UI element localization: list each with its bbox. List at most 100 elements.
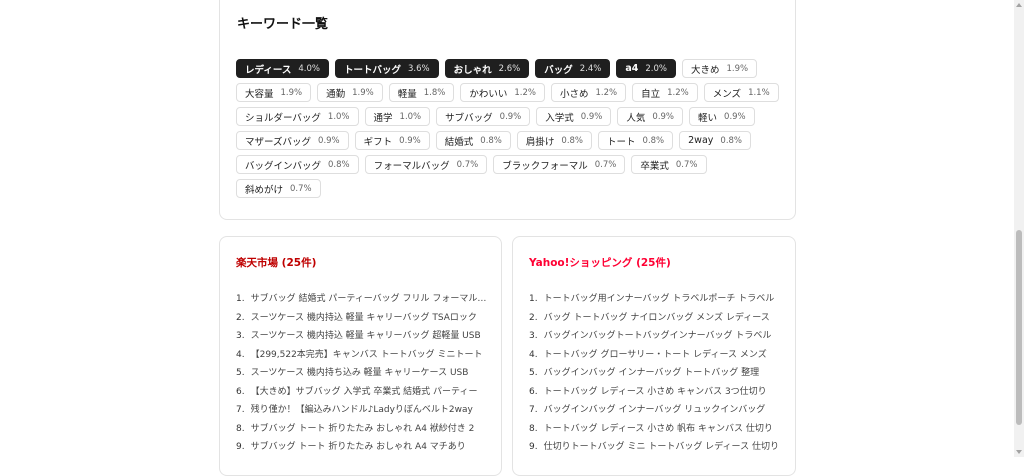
keyword-percentage: 0.8%: [561, 135, 584, 146]
keyword-chip[interactable]: 入学式 0.9%: [536, 107, 612, 126]
rakuten-title: 楽天市場 (25件): [236, 257, 317, 269]
product-title: スーツケース 機内持ち込み 軽量 キャリーケース USB: [250, 368, 469, 378]
product-title: 【大きめ】サブバッグ 入学式 卒業式 結婚式 パーティー: [250, 386, 478, 397]
keyword-percentage: 1.9%: [280, 87, 303, 98]
product-title: 【299,522本完売】キャンバス トートバッグ ミニトート: [250, 349, 483, 360]
keyword-percentage: 1.8%: [423, 87, 446, 98]
keyword-label: バッグインバッグ: [245, 160, 322, 172]
keyword-chip[interactable]: 軽量 1.8%: [388, 83, 455, 102]
item-number: 8.: [236, 423, 245, 434]
scroll-thumb[interactable]: [1016, 230, 1022, 425]
product-title: トートバッグ用インナーバッグ トラベルポーチ トラベル: [543, 294, 775, 304]
keyword-chip[interactable]: トート 0.8%: [598, 131, 674, 150]
keyword-label: おしゃれ: [453, 64, 492, 76]
item-number: 7.: [529, 405, 538, 415]
keyword-percentage: 2.6%: [498, 63, 521, 74]
keyword-percentage: 4.0%: [298, 63, 320, 74]
keyword-percentage: 1.9%: [726, 63, 749, 74]
keyword-label: サブバッグ: [445, 112, 493, 124]
yahoo-product-item[interactable]: 7. バッグインバッグ インナーバッグ リュックインバッグ: [529, 401, 781, 420]
keyword-chip[interactable]: トートバッグ 3.6%: [334, 59, 439, 78]
keyword-chip[interactable]: ブラックフォーマル 0.7%: [493, 155, 626, 174]
keyword-chip[interactable]: 通学 1.0%: [364, 107, 431, 126]
keyword-chip[interactable]: ギフト 0.9%: [354, 131, 430, 150]
keyword-label: メンズ: [712, 88, 742, 100]
item-number: 4.: [529, 349, 538, 360]
keyword-chip[interactable]: 大容量 1.9%: [236, 83, 312, 102]
rakuten-product-item[interactable]: 1. サブバッグ 結婚式 パーティーバッグ フリル フォーマルバッグ: [236, 290, 488, 309]
keyword-percentage: 1.0%: [327, 111, 350, 122]
rakuten-product-item[interactable]: 3. スーツケース 機内持込 軽量 キャリーバッグ 超軽量 USB: [236, 327, 488, 346]
keyword-label: 小さめ: [560, 88, 589, 100]
keyword-percentage: 0.9%: [499, 111, 522, 122]
rakuten-product-item[interactable]: 8. サブバッグ トート 折りたたみ おしゃれ A4 袱紗付き 2: [236, 420, 488, 439]
keyword-chip[interactable]: ショルダーバッグ 1.0%: [236, 107, 359, 126]
keyword-chip[interactable]: サブバッグ 0.9%: [436, 107, 531, 126]
rakuten-product-item[interactable]: 4. 【299,522本完売】キャンバス トートバッグ ミニトート: [236, 346, 488, 365]
keyword-chip[interactable]: 卒業式 0.7%: [631, 155, 707, 174]
keyword-chip[interactable]: 通勤 1.9%: [317, 83, 383, 102]
keyword-percentage: 0.7%: [290, 183, 312, 194]
keyword-chip[interactable]: バッグインバッグ 0.8%: [236, 155, 359, 174]
rakuten-product-item[interactable]: 9. サブバッグ トート 折りたたみ おしゃれ A4 マチあり: [236, 438, 488, 457]
page-scrollbar[interactable]: [1014, 0, 1024, 457]
keyword-chip[interactable]: 結婚式 0.8%: [435, 131, 511, 150]
keyword-chip[interactable]: かわいい 1.2%: [460, 83, 545, 102]
item-number: 6.: [529, 386, 538, 397]
keyword-chip[interactable]: 小さめ 1.2%: [551, 83, 627, 102]
yahoo-product-item[interactable]: 6. トートバッグ レディース 小さめ キャンバス 3つ仕切り: [529, 383, 781, 402]
scroll-up-arrow-icon[interactable]: [1016, 3, 1022, 7]
keyword-chip[interactable]: 自立 1.2%: [632, 83, 698, 102]
keyword-percentage: 1.2%: [667, 87, 689, 98]
item-number: 4.: [236, 349, 245, 360]
item-number: 5.: [236, 368, 245, 378]
keyword-percentage: 1.0%: [399, 111, 422, 122]
keyword-percentage: 1.2%: [514, 87, 536, 98]
keyword-chip[interactable]: バッグ 2.4%: [535, 59, 611, 78]
rakuten-product-item[interactable]: 7. 残り僅か！【編込みハンドル♪Ladyりぼんベルト2way: [236, 401, 488, 420]
keyword-chip[interactable]: 軽い 0.9%: [689, 107, 755, 126]
yahoo-product-item[interactable]: 4. トートバッグ グローサリー・トート レディース メンズ: [529, 346, 781, 365]
yahoo-product-item[interactable]: 1. トートバッグ用インナーバッグ トラベルポーチ トラベル: [529, 290, 781, 309]
product-title: スーツケース 機内持込 軽量 キャリーバッグ 超軽量 USB: [250, 331, 481, 341]
keyword-label: 自立: [641, 88, 661, 100]
keyword-chip[interactable]: 肩掛け 0.8%: [516, 131, 593, 150]
rakuten-product-item[interactable]: 6. 【大きめ】サブバッグ 入学式 卒業式 結婚式 パーティー: [236, 383, 488, 402]
yahoo-product-item[interactable]: 9. 仕切りトートバッグ ミニ トートバッグ レディース 仕切り: [529, 438, 781, 457]
keyword-chip[interactable]: おしゃれ 2.6%: [444, 59, 530, 78]
keyword-chip[interactable]: 大きめ 1.9%: [682, 59, 758, 78]
product-title: スーツケース 機内持込 軽量 キャリーバッグ TSAロック: [250, 312, 477, 323]
keyword-chip[interactable]: マザーズバッグ 0.9%: [236, 131, 349, 150]
keyword-list-card: キーワード一覧 レディース 4.0% トートバッグ 3.6% おしゃれ 2.6% バッグ 2.…: [219, 0, 796, 220]
yahoo-product-item[interactable]: 3. バッグインバッグトートバッグインナーバッグ トラベル: [529, 327, 781, 346]
keyword-percentage: 0.8%: [642, 135, 665, 146]
item-number: 2.: [529, 312, 538, 323]
keyword-chip[interactable]: 2way 0.8%: [679, 131, 752, 150]
yahoo-product-item[interactable]: 2. バッグ トートバッグ ナイロンバッグ メンズ レディース: [529, 309, 781, 328]
keyword-chip[interactable]: フォーマルバッグ 0.7%: [364, 155, 488, 174]
keyword-label: 2way: [688, 135, 714, 146]
scroll-down-arrow-icon[interactable]: [1016, 450, 1022, 454]
keyword-chip[interactable]: メンズ 1.1%: [703, 83, 779, 102]
yahoo-product-item[interactable]: 5. バッグインバッグ インナーバッグ トートバッグ 整理: [529, 364, 781, 383]
keyword-percentage: 0.7%: [594, 159, 617, 170]
keyword-label: レディース: [245, 64, 292, 76]
item-number: 5.: [529, 368, 538, 378]
keyword-percentage: 1.9%: [352, 87, 374, 98]
keyword-label: 斜めがけ: [245, 184, 284, 196]
keyword-percentage: 2.0%: [645, 63, 667, 74]
keyword-chip[interactable]: 人気 0.9%: [617, 107, 684, 126]
keyword-chip[interactable]: レディース 4.0%: [236, 59, 329, 78]
keyword-label: ショルダーバッグ: [245, 112, 321, 124]
rakuten-product-item[interactable]: 5. スーツケース 機内持ち込み 軽量 キャリーケース USB: [236, 364, 488, 383]
rakuten-product-item[interactable]: 2. スーツケース 機内持込 軽量 キャリーバッグ TSAロック: [236, 309, 488, 328]
product-title: バッグ トートバッグ ナイロンバッグ メンズ レディース: [543, 312, 770, 323]
keyword-label: かわいい: [469, 88, 508, 100]
keyword-percentage: 0.9%: [724, 111, 746, 122]
product-title: バッグインバッグ インナーバッグ リュックインバッグ: [543, 405, 766, 415]
keyword-chip[interactable]: 斜めがけ 0.7%: [236, 179, 321, 198]
keyword-chip[interactable]: a4 2.0%: [616, 59, 676, 78]
yahoo-product-item[interactable]: 8. トートバッグ レディース 小さめ 帆布 キャンバス 仕切り: [529, 420, 781, 439]
product-title: トートバッグ グローサリー・トート レディース メンズ: [543, 349, 767, 360]
keyword-label: 通勤: [326, 88, 346, 100]
